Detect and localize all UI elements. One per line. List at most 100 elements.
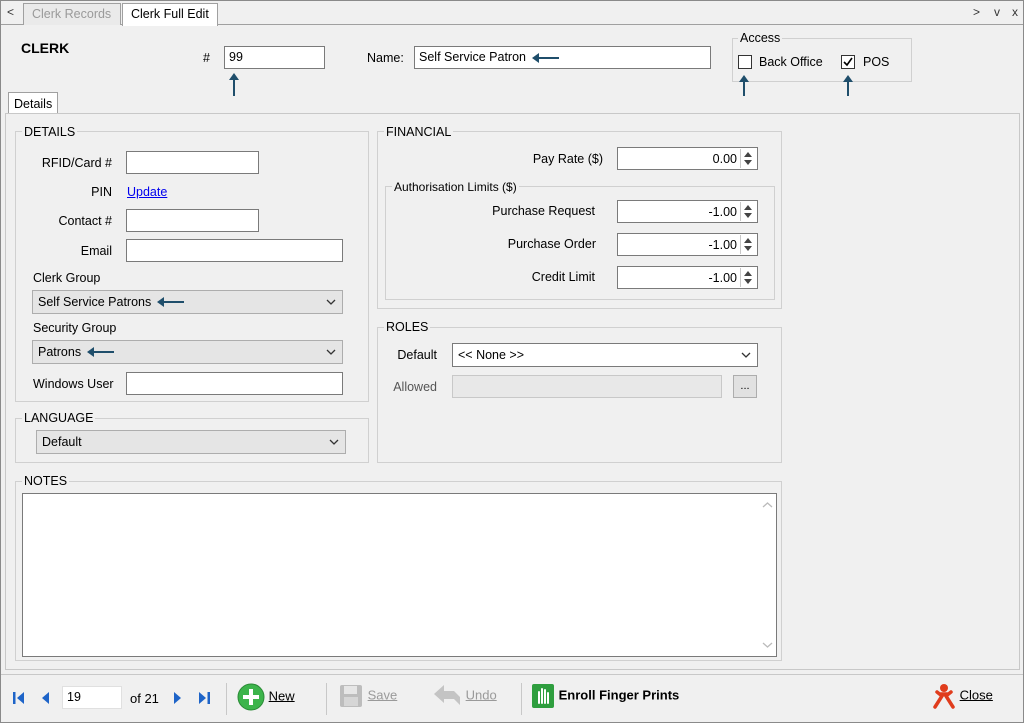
tab-clerk-records[interactable]: Clerk Records xyxy=(23,3,121,25)
tab-details[interactable]: Details xyxy=(8,92,58,114)
purchase-order-field[interactable]: -1.00 xyxy=(617,233,758,256)
purchase-order-label: Purchase Order xyxy=(507,237,596,251)
new-label: New xyxy=(268,688,295,704)
purchase-request-field[interactable]: -1.00 xyxy=(617,200,758,223)
security-group-value: Patrons xyxy=(38,345,82,359)
pin-label: PIN xyxy=(91,185,112,199)
credit-limit-label: Credit Limit xyxy=(531,270,595,284)
purchase-order-spinner[interactable] xyxy=(740,235,756,254)
number-label: # xyxy=(203,51,210,65)
last-record-icon[interactable] xyxy=(197,691,211,705)
email-field[interactable] xyxy=(126,239,343,262)
chevron-down-icon xyxy=(329,439,339,445)
language-select[interactable]: Default xyxy=(36,430,346,454)
spin-up-icon[interactable] xyxy=(744,238,752,243)
roles-browse-button[interactable]: ... xyxy=(733,375,757,398)
annotation-arrow-left-icon xyxy=(157,297,184,307)
enroll-finger-prints-button[interactable]: Enroll Finger Prints xyxy=(531,683,679,709)
chevron-down-icon xyxy=(741,352,751,358)
page-title: CLERK xyxy=(21,40,70,56)
pay-rate-label: Pay Rate ($) xyxy=(532,152,603,166)
notes-title: NOTES xyxy=(22,474,70,488)
spin-down-icon[interactable] xyxy=(744,213,752,218)
pay-rate-value: 0.00 xyxy=(712,152,737,166)
rfid-field[interactable] xyxy=(126,151,259,174)
purchase-request-value: -1.00 xyxy=(708,205,738,219)
rfid-label: RFID/Card # xyxy=(41,156,112,170)
roles-default-select[interactable]: << None >> xyxy=(452,343,758,367)
purchase-order-value: -1.00 xyxy=(708,238,738,252)
tab-list-icon[interactable]: v xyxy=(994,5,1000,19)
security-group-label: Security Group xyxy=(33,321,117,335)
notes-textarea[interactable] xyxy=(22,493,777,657)
toolbar-separator xyxy=(226,683,227,715)
scroll-down-icon[interactable] xyxy=(759,638,776,652)
annotation-arrow-up-icon xyxy=(843,75,853,96)
contact-label: Contact # xyxy=(58,214,112,228)
bottom-toolbar: 19 of 21 New Save Undo Enroll Finger Pri… xyxy=(1,674,1023,722)
previous-record-icon[interactable] xyxy=(41,691,51,705)
save-button[interactable]: Save xyxy=(338,683,397,709)
spin-up-icon[interactable] xyxy=(744,152,752,157)
credit-limit-field[interactable]: -1.00 xyxy=(617,266,758,289)
pos-checkbox[interactable] xyxy=(841,55,855,69)
record-number-field[interactable]: 19 xyxy=(62,686,122,709)
notes-scrollbar[interactable] xyxy=(759,494,776,656)
pos-label: POS xyxy=(863,55,890,69)
windows-user-label: Windows User xyxy=(33,377,114,391)
pay-rate-spinner[interactable] xyxy=(740,149,756,168)
enroll-finger-prints-label: Enroll Finger Prints xyxy=(558,687,680,703)
spin-up-icon[interactable] xyxy=(744,205,752,210)
clerk-group-value: Self Service Patrons xyxy=(38,295,152,309)
pin-update-link[interactable]: Update xyxy=(127,185,167,199)
name-field[interactable]: Self Service Patron xyxy=(414,46,711,69)
credit-limit-spinner[interactable] xyxy=(740,268,756,287)
spin-down-icon[interactable] xyxy=(744,160,752,165)
roles-default-value: << None >> xyxy=(458,348,525,362)
toolbar-separator xyxy=(326,683,327,715)
toolbar-separator xyxy=(521,683,522,715)
fingerprint-hand-icon xyxy=(532,684,554,708)
roles-allowed-label: Allowed xyxy=(393,380,437,394)
close-button[interactable]: Close xyxy=(932,683,993,709)
undo-label: Undo xyxy=(465,687,497,703)
first-record-icon[interactable] xyxy=(12,691,26,705)
chevron-down-icon xyxy=(326,299,336,305)
next-record-icon[interactable] xyxy=(172,691,182,705)
tab-scroll-right-icon[interactable]: > xyxy=(973,5,980,19)
annotation-arrow-left-icon xyxy=(532,53,559,63)
number-field[interactable]: 99 xyxy=(224,46,325,69)
checkmark-icon xyxy=(843,57,853,67)
annotation-arrow-up-icon xyxy=(739,75,749,96)
financial-title: FINANCIAL xyxy=(384,125,454,139)
contact-field[interactable] xyxy=(126,209,259,232)
language-value: Default xyxy=(42,435,82,449)
back-office-checkbox[interactable] xyxy=(738,55,752,69)
close-person-icon xyxy=(933,684,955,709)
new-button[interactable]: New xyxy=(237,683,295,711)
windows-user-field[interactable] xyxy=(126,372,343,395)
spin-down-icon[interactable] xyxy=(744,246,752,251)
security-group-select[interactable]: Patrons xyxy=(32,340,343,364)
roles-default-label: Default xyxy=(397,348,437,362)
roles-allowed-field xyxy=(452,375,722,398)
undo-icon xyxy=(434,685,460,705)
pay-rate-field[interactable]: 0.00 xyxy=(617,147,758,170)
undo-button[interactable]: Undo xyxy=(432,683,497,709)
close-label: Close xyxy=(959,687,993,703)
tab-close-icon[interactable]: x xyxy=(1012,5,1018,19)
purchase-request-spinner[interactable] xyxy=(740,202,756,221)
annotation-arrow-left-icon xyxy=(87,347,114,357)
language-title: LANGUAGE xyxy=(22,411,96,425)
spin-down-icon[interactable] xyxy=(744,279,752,284)
tab-clerk-full-edit[interactable]: Clerk Full Edit xyxy=(122,3,218,26)
tab-scroll-left-icon[interactable]: < xyxy=(7,5,14,19)
tab-details-label: Details xyxy=(14,97,53,111)
spin-up-icon[interactable] xyxy=(744,271,752,276)
clerk-group-select[interactable]: Self Service Patrons xyxy=(32,290,343,314)
record-total: of 21 xyxy=(130,691,159,706)
document-tab-strip: < Clerk Records Clerk Full Edit > v x xyxy=(1,1,1023,26)
purchase-request-label: Purchase Request xyxy=(492,204,595,218)
scroll-up-icon[interactable] xyxy=(759,498,776,512)
save-label: Save xyxy=(367,687,398,703)
